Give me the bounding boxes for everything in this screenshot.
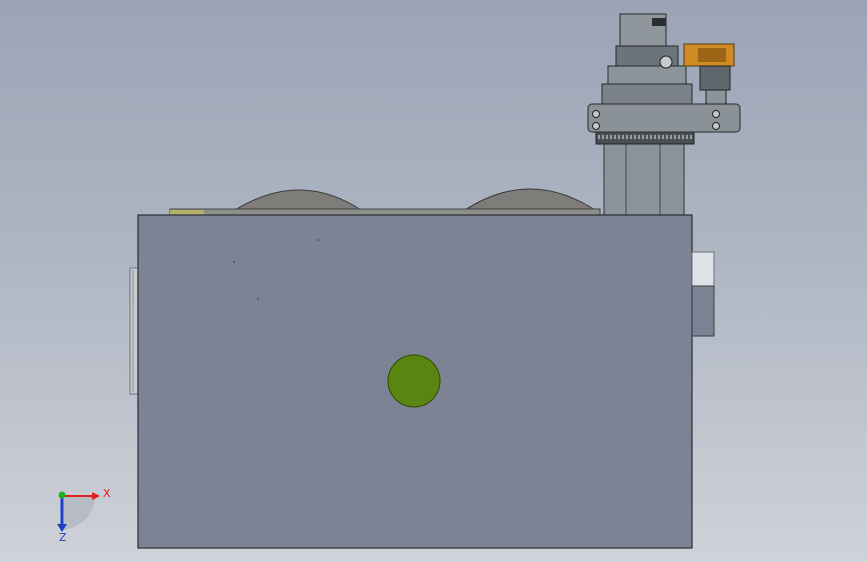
left-side-plate[interactable] xyxy=(129,267,139,395)
y-axis-dot xyxy=(58,491,66,499)
housing-speck-3 xyxy=(257,298,259,300)
housing-speck-1 xyxy=(317,239,319,241)
clamp-screw-body[interactable] xyxy=(699,65,731,91)
port-fitting-lower[interactable] xyxy=(691,285,715,337)
spindle-column[interactable] xyxy=(603,139,685,217)
clamp-bolt-3[interactable] xyxy=(712,110,720,118)
cad-model-scene xyxy=(57,13,741,549)
z-axis-label: Z xyxy=(59,531,67,544)
x-axis-label: X xyxy=(103,487,111,500)
housing-speck-2 xyxy=(233,261,235,263)
x-axis-arrowhead xyxy=(92,492,100,500)
top-rail[interactable] xyxy=(169,208,601,216)
green-indicator[interactable] xyxy=(387,354,441,408)
port-fitting-upper[interactable] xyxy=(691,251,715,287)
triad-shadow xyxy=(64,496,96,530)
spindle-key-knob[interactable] xyxy=(659,55,673,69)
orientation-triad[interactable] xyxy=(57,491,100,533)
clamp-bolt-1[interactable] xyxy=(592,110,600,118)
model-viewport[interactable]: X Z xyxy=(0,0,867,562)
clamp-bolt-4[interactable] xyxy=(712,122,720,130)
clamp-bolt-2[interactable] xyxy=(592,122,600,130)
tool-holder-slot xyxy=(652,18,666,26)
orange-clamp-dark-insert xyxy=(698,48,726,62)
top-rail-yellow-accent xyxy=(170,210,204,215)
spindle-flange[interactable] xyxy=(601,83,693,105)
clamp-screw-lower[interactable] xyxy=(705,89,727,105)
spindle-nut[interactable] xyxy=(607,65,687,85)
